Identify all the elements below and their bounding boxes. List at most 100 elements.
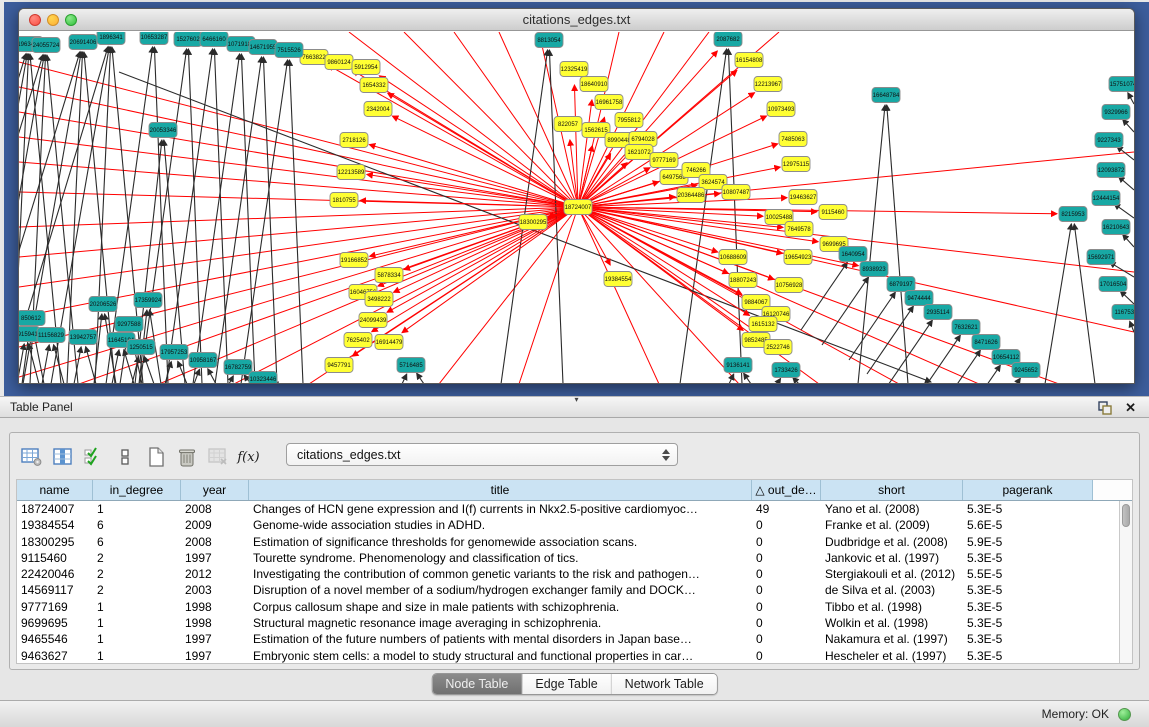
table-cell[interactable]: Franke et al. (2009) xyxy=(821,517,963,533)
graph-node[interactable]: 11156829 xyxy=(37,328,65,343)
table-row[interactable]: 946554611997Estimation of the future num… xyxy=(17,631,1119,647)
graph-node[interactable]: 9457791 xyxy=(325,358,353,373)
splitter-grip-icon[interactable]: ▾ xyxy=(575,395,579,404)
tab-network-table[interactable]: Network Table xyxy=(612,674,717,694)
table-cell[interactable]: 9465546 xyxy=(17,631,93,647)
table-cell[interactable]: Estimation of significance thresholds fo… xyxy=(249,534,752,550)
table-options-button[interactable] xyxy=(18,444,45,470)
vertical-scrollbar[interactable] xyxy=(1119,501,1132,663)
table-row[interactable]: 969969511998Structural magnetic resonanc… xyxy=(17,615,1119,631)
table-cell[interactable]: 2009 xyxy=(181,517,249,533)
graph-node[interactable]: 2935114 xyxy=(924,305,952,320)
graph-node[interactable]: 9860124 xyxy=(325,55,353,70)
graph-node[interactable]: 18640910 xyxy=(580,77,608,92)
graph-node[interactable]: 850612 xyxy=(19,311,45,326)
graph-node[interactable]: 13942757 xyxy=(69,330,97,345)
table-cell[interactable]: Tibbo et al. (1998) xyxy=(821,599,963,615)
table-cell[interactable]: 22420046 xyxy=(17,566,93,582)
graph-node[interactable]: 10688609 xyxy=(719,250,747,265)
table-cell[interactable]: 0 xyxy=(752,631,821,647)
table-cell[interactable]: 9463627 xyxy=(17,648,93,663)
graph-node[interactable]: 8938923 xyxy=(860,262,888,277)
graph-node[interactable]: 2522746 xyxy=(764,340,792,355)
column-header-4[interactable]: △ out_de… xyxy=(752,480,821,500)
function-builder-button[interactable]: f(x) xyxy=(235,444,262,470)
close-panel-icon[interactable]: ✕ xyxy=(1125,399,1136,417)
graph-node[interactable]: 5878334 xyxy=(375,268,403,283)
table-cell[interactable]: 9115460 xyxy=(17,550,93,566)
table-cell[interactable]: 1997 xyxy=(181,550,249,566)
table-cell[interactable]: Yano et al. (2008) xyxy=(821,501,963,517)
table-cell[interactable]: 5.3E-5 xyxy=(963,615,1093,631)
table-cell[interactable]: Jankovic et al. (1997) xyxy=(821,550,963,566)
table-cell[interactable]: 1 xyxy=(93,648,181,663)
table-mode-button[interactable] xyxy=(111,444,138,470)
table-cell[interactable]: 0 xyxy=(752,648,821,663)
graph-node[interactable]: 24055724 xyxy=(32,38,60,53)
table-cell[interactable]: 5.3E-5 xyxy=(963,501,1093,517)
graph-node[interactable]: 14671955 xyxy=(249,40,277,55)
table-cell[interactable]: Disruption of a novel member of a sodium… xyxy=(249,582,752,598)
graph-node[interactable]: 7515526 xyxy=(275,43,303,58)
table-cell[interactable]: 6 xyxy=(93,517,181,533)
table-cell[interactable]: 1998 xyxy=(181,599,249,615)
graph-node[interactable]: 24099439 xyxy=(359,313,387,328)
graph-node[interactable]: 15692971 xyxy=(1087,250,1115,265)
graph-node[interactable]: 10973493 xyxy=(767,102,795,117)
table-cell[interactable]: 2 xyxy=(93,582,181,598)
table-cell[interactable]: Estimation of the future numbers of pati… xyxy=(249,631,752,647)
select-rows-button[interactable] xyxy=(80,444,107,470)
graph-node[interactable]: 10807487 xyxy=(722,185,750,200)
table-row[interactable]: 2242004622012Investigating the contribut… xyxy=(17,566,1119,582)
table-cell[interactable]: Nakamura et al. (1997) xyxy=(821,631,963,647)
column-header-6[interactable]: pagerank xyxy=(963,480,1093,500)
graph-node[interactable]: 16154808 xyxy=(735,53,763,68)
graph-node[interactable]: 18724007 xyxy=(564,200,592,215)
graph-node[interactable]: 1615132 xyxy=(749,317,777,332)
graph-node[interactable]: 5912954 xyxy=(352,60,380,75)
graph-node[interactable]: 9227343 xyxy=(1095,133,1123,148)
graph-node[interactable]: 1896341 xyxy=(97,32,125,45)
tab-node-table[interactable]: Node Table xyxy=(432,674,522,694)
table-cell[interactable]: 5.3E-5 xyxy=(963,550,1093,566)
table-cell[interactable]: Wolkin et al. (1998) xyxy=(821,615,963,631)
graph-node[interactable]: 9777169 xyxy=(650,153,678,168)
table-cell[interactable]: 1997 xyxy=(181,648,249,663)
table-cell[interactable]: 14569117 xyxy=(17,582,93,598)
table-cell[interactable]: 0 xyxy=(752,582,821,598)
graph-node[interactable]: 16210643 xyxy=(1102,220,1130,235)
graph-node[interactable]: 1621072 xyxy=(625,145,653,160)
new-table-button[interactable] xyxy=(142,444,169,470)
network-canvas[interactable]: 1872400718300295193845541232541918640910… xyxy=(19,32,1134,383)
graph-node[interactable]: 12213589 xyxy=(337,165,365,180)
table-cell[interactable]: 18724007 xyxy=(17,501,93,517)
table-cell[interactable]: 19384554 xyxy=(17,517,93,533)
column-header-1[interactable]: in_degree xyxy=(93,480,181,500)
table-cell[interactable]: Tourette syndrome. Phenomenology and cla… xyxy=(249,550,752,566)
graph-node[interactable]: 16914479 xyxy=(375,335,403,350)
table-cell[interactable]: 6 xyxy=(93,534,181,550)
graph-node[interactable]: 20206526 xyxy=(89,297,117,312)
graph-node[interactable]: 15751074 xyxy=(1109,77,1134,92)
graph-node[interactable]: 7485063 xyxy=(779,132,807,147)
table-cell[interactable]: 1 xyxy=(93,599,181,615)
graph-node[interactable]: 9115460 xyxy=(819,205,847,220)
table-cell[interactable]: 5.3E-5 xyxy=(963,648,1093,663)
table-cell[interactable]: Hescheler et al. (1997) xyxy=(821,648,963,663)
graph-node[interactable]: 16961758 xyxy=(595,95,623,110)
table-cell[interactable]: 1 xyxy=(93,501,181,517)
table-cell[interactable]: 1 xyxy=(93,631,181,647)
table-cell[interactable]: 9777169 xyxy=(17,599,93,615)
delete-table-button[interactable] xyxy=(173,444,200,470)
graph-node[interactable]: 17957253 xyxy=(160,345,188,360)
graph-node[interactable]: 19654923 xyxy=(784,250,812,265)
graph-node[interactable]: 1250515 xyxy=(127,340,155,355)
column-header-2[interactable]: year xyxy=(181,480,249,500)
table-cell[interactable]: Corpus callosum shape and size in male p… xyxy=(249,599,752,615)
table-cell[interactable]: 2 xyxy=(93,550,181,566)
graph-node[interactable]: 10958167 xyxy=(189,353,217,368)
graph-node[interactable]: 9136141 xyxy=(724,358,752,373)
graph-node[interactable]: 1527602 xyxy=(174,32,202,47)
table-cell[interactable]: 5.5E-5 xyxy=(963,566,1093,582)
scrollbar-thumb[interactable] xyxy=(1122,504,1130,527)
